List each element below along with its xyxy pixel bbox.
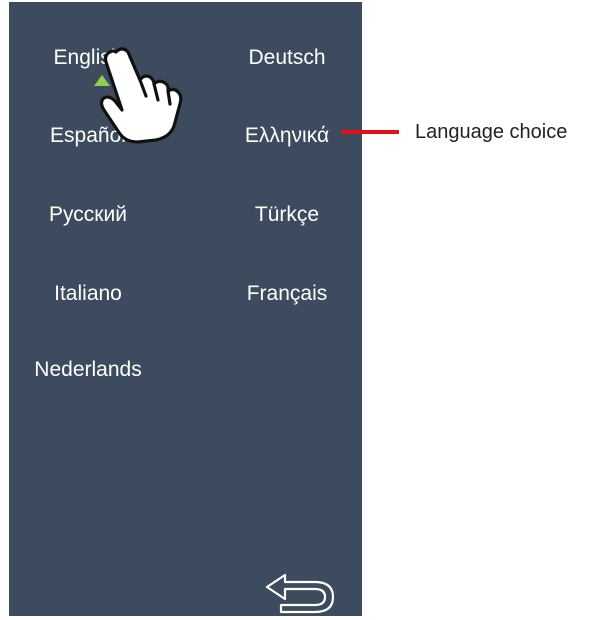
language-option-turkish[interactable]: Türkçe (255, 203, 319, 227)
callout-line (341, 130, 399, 134)
back-arrow-icon (265, 573, 335, 614)
language-option-greek[interactable]: Ελληνικά (245, 124, 329, 148)
callout-label: Language choice (415, 121, 568, 143)
language-option-french[interactable]: Français (247, 282, 328, 306)
pointing-hand-icon (99, 47, 183, 144)
language-option-deutsch[interactable]: Deutsch (248, 46, 325, 70)
language-option-russian[interactable]: Русский (49, 203, 127, 227)
screenshot-stage: English Deutsch Español Ελληνικά Русский… (0, 0, 604, 620)
back-button[interactable] (265, 572, 341, 616)
language-option-dutch[interactable]: Nederlands (34, 358, 141, 382)
language-option-italian[interactable]: Italiano (54, 282, 122, 306)
